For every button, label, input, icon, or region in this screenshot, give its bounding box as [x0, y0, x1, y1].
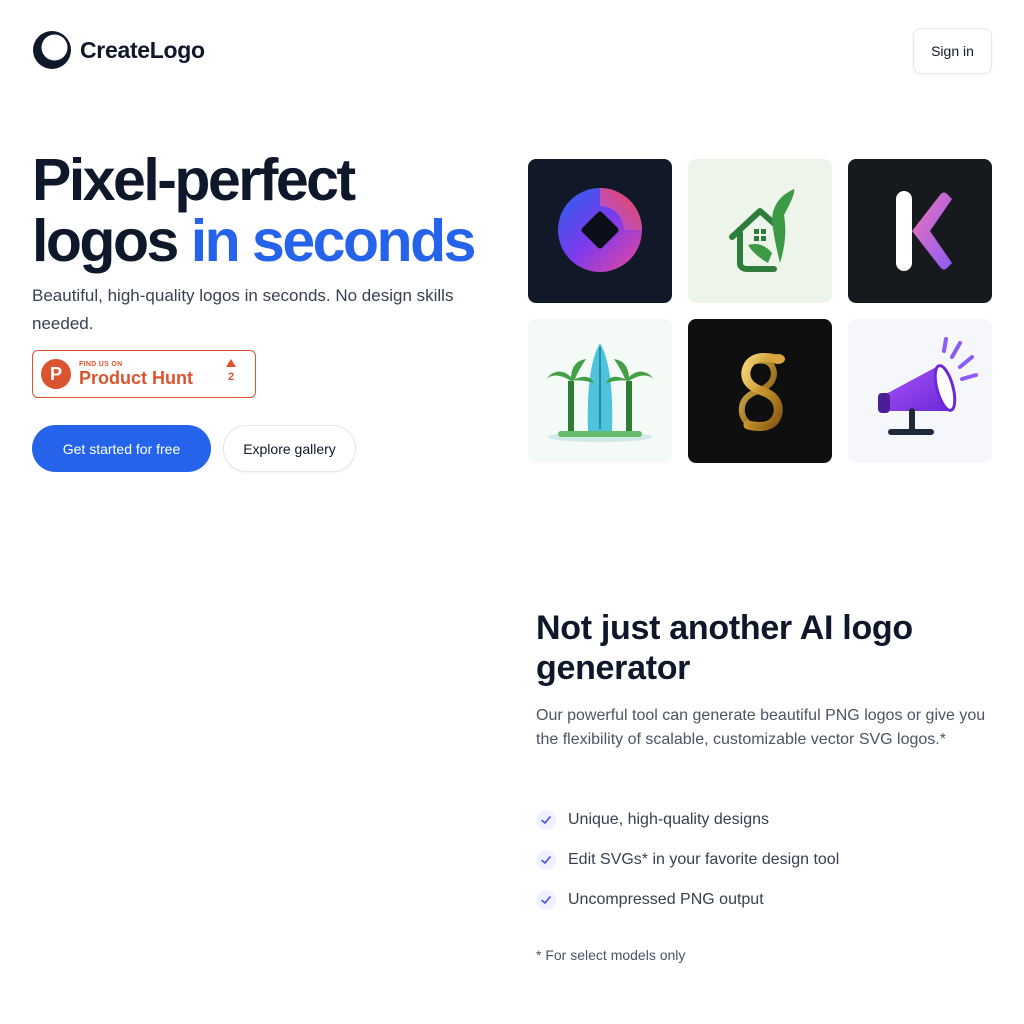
check-icon	[536, 810, 556, 830]
explore-gallery-button[interactable]: Explore gallery	[223, 425, 356, 472]
hero-title: Pixel-perfect logos in seconds	[32, 150, 512, 272]
gallery-tile-swirl-o-logo[interactable]	[528, 159, 672, 303]
upvote-arrow-icon	[226, 359, 236, 367]
product-hunt-name: Product Hunt	[79, 367, 193, 388]
palm-surfboard-logo-image	[528, 319, 672, 463]
gold-serpent-logo-image	[688, 319, 832, 463]
brand-logo-icon	[33, 31, 71, 69]
product-hunt-find-text: FIND US ON	[79, 360, 123, 368]
features-description: Our powerful tool can generate beautiful…	[536, 707, 986, 748]
check-icon	[536, 890, 556, 910]
features-list: Unique, high-quality designs Edit SVGs* …	[536, 808, 996, 928]
hero-subtitle: Beautiful, high-quality logos in seconds…	[32, 286, 454, 333]
feature-item: Edit SVGs* in your favorite design tool	[536, 848, 996, 872]
gallery-tile-leaf-house-logo[interactable]	[688, 159, 832, 303]
brand-link[interactable]: CreateLogo	[32, 30, 205, 70]
product-hunt-badge[interactable]: P FIND US ON Product Hunt 2	[32, 350, 256, 398]
hero-title-line1: Pixel-perfect	[32, 147, 356, 213]
gallery-tile-megaphone-logo[interactable]	[848, 319, 992, 463]
site-header: CreateLogo Sign in	[0, 0, 1024, 100]
features-footnote: * For select models only	[536, 947, 686, 963]
get-started-button[interactable]: Get started for free	[32, 425, 211, 472]
features-title: Not just another AI logo generator	[536, 609, 913, 687]
gallery-tile-palm-surfboard-logo[interactable]	[528, 319, 672, 463]
gallery-tile-gold-serpent-logo[interactable]	[688, 319, 832, 463]
feature-label: Edit SVGs* in your favorite design tool	[568, 851, 840, 868]
product-hunt-text: FIND US ON Product Hunt	[79, 361, 193, 388]
gallery-tile-letter-k-logo[interactable]	[848, 159, 992, 303]
feature-label: Uncompressed PNG output	[568, 891, 764, 908]
hero-title-plain: logos	[32, 208, 179, 274]
vote-count: 2	[227, 371, 235, 383]
megaphone-logo-image	[848, 319, 992, 463]
letter-k-logo-image	[848, 159, 992, 303]
feature-item: Uncompressed PNG output	[536, 888, 996, 912]
product-hunt-votes: 2	[219, 359, 243, 383]
product-hunt-icon: P	[41, 359, 71, 389]
leaf-house-logo-image	[688, 159, 832, 303]
swirl-o-logo-image	[528, 159, 672, 303]
brand-name: CreateLogo	[80, 36, 205, 63]
sign-in-button[interactable]: Sign in	[913, 28, 992, 74]
hero-title-accent: in seconds	[190, 208, 477, 274]
feature-label: Unique, high-quality designs	[568, 811, 770, 828]
check-icon	[536, 850, 556, 870]
feature-item: Unique, high-quality designs	[536, 808, 996, 832]
